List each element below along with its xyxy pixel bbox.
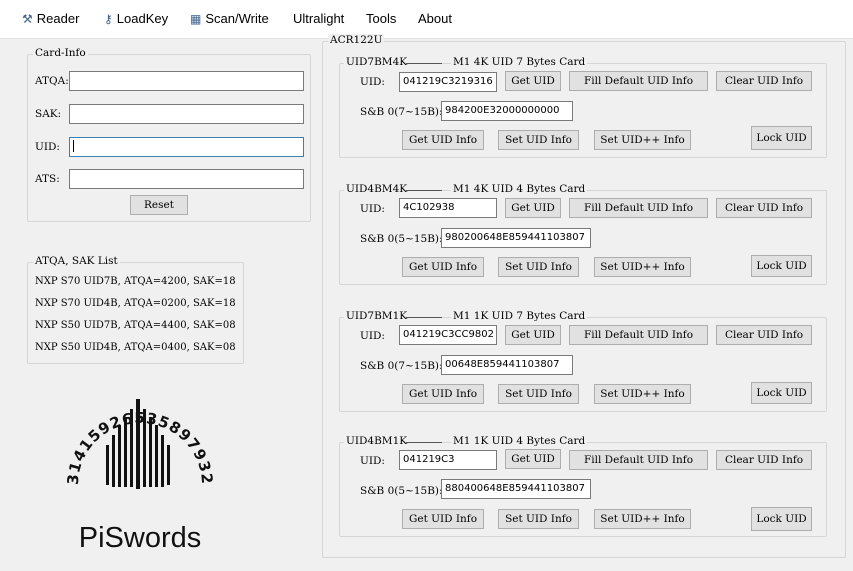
list-item: NXP S70 UID7B, ATQA=4200, SAK=18 xyxy=(35,276,236,287)
menu-scan-write[interactable]: ▦ Scan/Write xyxy=(190,11,269,26)
card-sb-field[interactable]: 980200648E859441103807 xyxy=(441,228,591,248)
card-desc: M1 4K UID 4 Bytes Card xyxy=(451,183,588,195)
reset-button[interactable]: Reset xyxy=(130,195,188,215)
card-uid-field[interactable]: 041219C3219316 xyxy=(399,72,497,92)
card-uid-label: UID: xyxy=(360,330,385,342)
card-name: UID7BM1K xyxy=(344,310,410,322)
set-uid-info-button[interactable]: Set UID Info xyxy=(498,130,579,150)
lock-uid-button[interactable]: Lock UID xyxy=(751,507,812,531)
set-uid-plusplus-info-button[interactable]: Set UID++ Info xyxy=(594,257,691,277)
menu-loadkey-label: LoadKey xyxy=(116,11,169,26)
fill-default-uid-info-button[interactable]: Fill Default UID Info xyxy=(569,450,708,470)
get-uid-button[interactable]: Get UID xyxy=(505,325,561,345)
clear-uid-info-button[interactable]: Clear UID Info xyxy=(716,71,812,91)
atqa-sak-list-title: ATQA, SAK List xyxy=(33,255,120,267)
menu-scan-write-label: Scan/Write xyxy=(205,11,269,26)
menu-loadkey[interactable]: ⚷ LoadKey xyxy=(104,11,168,26)
set-uid-plusplus-info-button[interactable]: Set UID++ Info xyxy=(594,509,691,529)
card-uid-field[interactable]: 041219C3 xyxy=(399,450,497,470)
legend-dash xyxy=(406,317,442,318)
card-sb-label: S&B 0(5~15B): xyxy=(360,485,443,497)
sak-field[interactable] xyxy=(69,104,304,124)
uid-label: UID: xyxy=(35,141,60,153)
card-uid-field[interactable]: 4C102938 xyxy=(399,198,497,218)
card-uid-field[interactable]: 041219C3CC9802 xyxy=(399,325,497,345)
card-sb-label: S&B 0(7~15B): xyxy=(360,360,443,372)
card-sb-label: S&B 0(5~15B): xyxy=(360,233,443,245)
list-item: NXP S50 UID4B, ATQA=0400, SAK=08 xyxy=(35,342,236,353)
card-sb-field[interactable]: 00648E859441103807 xyxy=(441,355,573,375)
set-uid-info-button[interactable]: Set UID Info xyxy=(498,257,579,277)
card-sb-label: S&B 0(7~15B): xyxy=(360,106,443,118)
atqa-label: ATQA: xyxy=(35,75,69,87)
menu-reader[interactable]: ⚒ Reader xyxy=(22,11,79,26)
menu-about[interactable]: About xyxy=(418,11,452,26)
list-item: NXP S70 UID4B, ATQA=0200, SAK=18 xyxy=(35,298,236,309)
menu-tools-label: Tools xyxy=(366,11,397,26)
lock-uid-button[interactable]: Lock UID xyxy=(751,382,812,404)
piswords-logo: 31415926535897932384626 PiSwords xyxy=(60,375,215,554)
clear-uid-info-button[interactable]: Clear UID Info xyxy=(716,325,812,345)
card-desc: M1 1K UID 4 Bytes Card xyxy=(451,435,588,447)
card-name: UID7BM4K xyxy=(344,56,410,68)
card-desc: M1 4K UID 7 Bytes Card xyxy=(451,56,588,68)
get-uid-info-button[interactable]: Get UID Info xyxy=(402,130,484,150)
get-uid-button[interactable]: Get UID xyxy=(505,71,561,91)
key-icon: ⚷ xyxy=(104,12,113,26)
get-uid-button[interactable]: Get UID xyxy=(505,198,561,218)
uid-field[interactable] xyxy=(69,137,304,157)
get-uid-button[interactable]: Get UID xyxy=(505,449,561,469)
wrench-icon: ⚒ xyxy=(22,12,33,26)
menu-bar: ⚒ Reader ⚷ LoadKey ▦ Scan/Write Ultralight … xyxy=(0,0,853,39)
ats-label: ATS: xyxy=(35,173,60,185)
card-name: UID4BM4K xyxy=(344,183,410,195)
menu-ultralight[interactable]: Ultralight xyxy=(293,11,344,26)
get-uid-info-button[interactable]: Get UID Info xyxy=(402,384,484,404)
card-desc: M1 1K UID 7 Bytes Card xyxy=(451,310,588,322)
table-icon: ▦ xyxy=(190,12,202,26)
menu-ultralight-label: Ultralight xyxy=(293,11,345,26)
sak-label: SAK: xyxy=(35,108,62,120)
menu-tools[interactable]: Tools xyxy=(366,11,396,26)
sword-bars xyxy=(106,399,170,489)
lock-uid-button[interactable]: Lock UID xyxy=(751,255,812,277)
set-uid-info-button[interactable]: Set UID Info xyxy=(498,384,579,404)
list-item: NXP S50 UID7B, ATQA=4400, SAK=08 xyxy=(35,320,236,331)
acr122u-title: ACR122U xyxy=(328,34,385,46)
card-uid-label: UID: xyxy=(360,203,385,215)
card-uid-label: UID: xyxy=(360,455,385,467)
card-info-title: Card-Info xyxy=(33,47,88,59)
atqa-field[interactable] xyxy=(69,71,304,91)
text-caret xyxy=(73,140,74,152)
fill-default-uid-info-button[interactable]: Fill Default UID Info xyxy=(569,71,708,91)
legend-dash xyxy=(406,442,442,443)
logo-brand: PiSwords xyxy=(79,522,202,554)
legend-dash xyxy=(406,63,442,64)
fill-default-uid-info-button[interactable]: Fill Default UID Info xyxy=(569,198,708,218)
lock-uid-button[interactable]: Lock UID xyxy=(751,126,812,150)
get-uid-info-button[interactable]: Get UID Info xyxy=(402,257,484,277)
set-uid-info-button[interactable]: Set UID Info xyxy=(498,509,579,529)
fill-default-uid-info-button[interactable]: Fill Default UID Info xyxy=(569,325,708,345)
clear-uid-info-button[interactable]: Clear UID Info xyxy=(716,450,812,470)
set-uid-plusplus-info-button[interactable]: Set UID++ Info xyxy=(594,130,691,150)
ats-field[interactable] xyxy=(69,169,304,189)
card-uid-label: UID: xyxy=(360,76,385,88)
clear-uid-info-button[interactable]: Clear UID Info xyxy=(716,198,812,218)
card-name: UID4BM1K xyxy=(344,435,410,447)
menu-reader-label: Reader xyxy=(36,11,80,26)
card-sb-field[interactable]: 880400648E859441103807 xyxy=(441,479,591,499)
menu-about-label: About xyxy=(418,11,452,26)
get-uid-info-button[interactable]: Get UID Info xyxy=(402,509,484,529)
card-sb-field[interactable]: 984200E32000000000 xyxy=(441,101,573,121)
set-uid-plusplus-info-button[interactable]: Set UID++ Info xyxy=(594,384,691,404)
legend-dash xyxy=(406,190,442,191)
